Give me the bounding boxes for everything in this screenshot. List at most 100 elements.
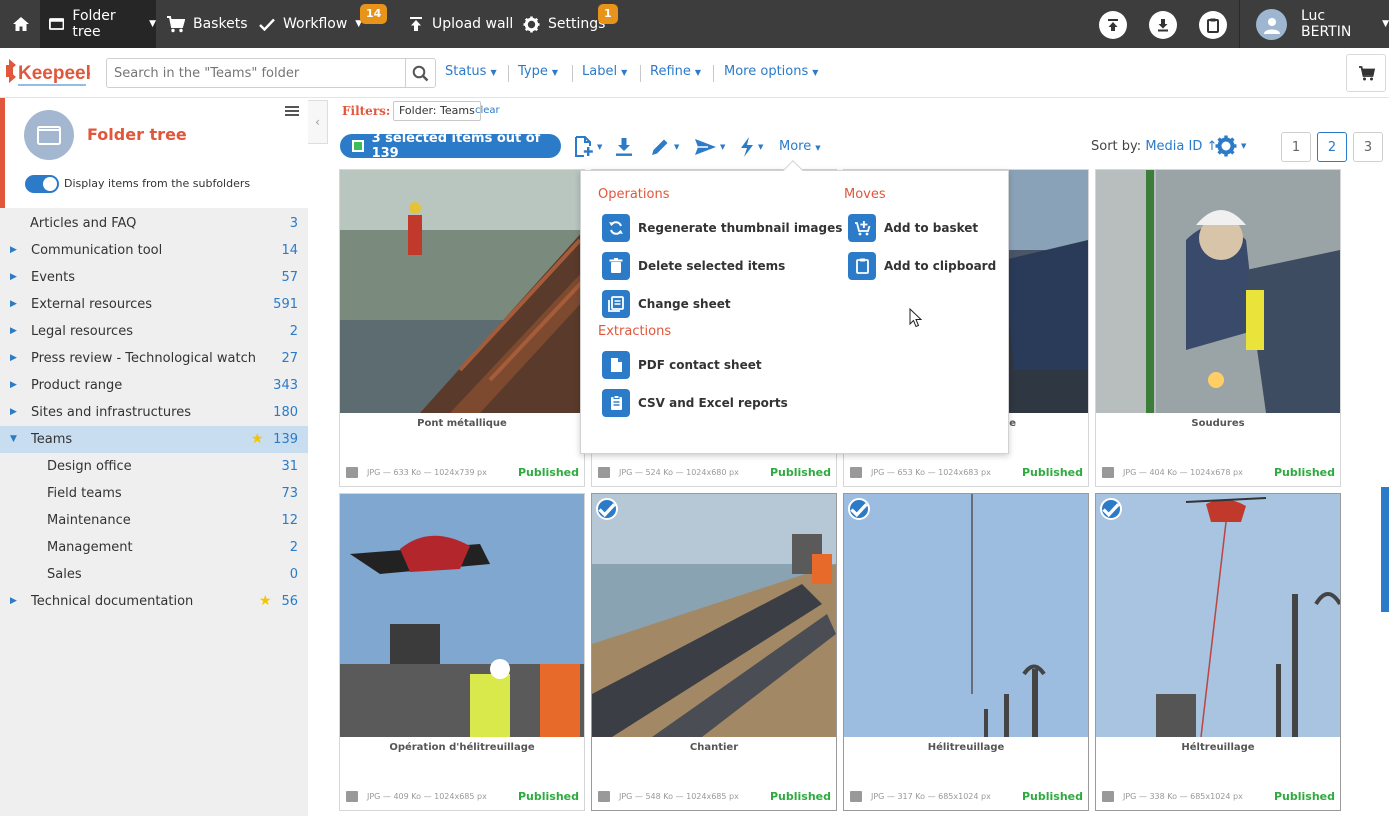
menu-item-csv-excel-reports[interactable]: CSV and Excel reports — [602, 389, 788, 417]
media-card[interactable]: Héltreuillage JPG — 338 Ko — 685x1024 px… — [1095, 493, 1341, 811]
selection-pill[interactable]: 3 selected items out of 139 — [340, 131, 561, 161]
favorite-star-icon[interactable]: ★ — [259, 593, 272, 609]
tree-item-communication-tool[interactable]: ▶ Communication tool 14 — [0, 237, 308, 264]
expand-arrow-icon[interactable]: ▶ — [10, 272, 17, 282]
image-type-icon — [598, 467, 610, 478]
menu-item-pdf-contact-sheet[interactable]: PDF contact sheet — [602, 351, 762, 379]
media-thumbnail[interactable] — [1096, 494, 1340, 737]
send-button[interactable]: ▼ — [694, 135, 725, 159]
expand-arrow-icon[interactable]: ▶ — [10, 299, 17, 309]
media-card[interactable]: Pont métallique JPG — 633 Ko — 1024x739 … — [339, 169, 585, 487]
tree-item-teams[interactable]: ▼ Teams ★ 139 — [0, 426, 308, 453]
tree-item-press-review[interactable]: ▶ Press review - Technological watch 27 — [0, 345, 308, 372]
selected-check-icon[interactable] — [1100, 498, 1122, 520]
upload-button[interactable] — [1099, 11, 1127, 39]
media-card[interactable]: Chantier JPG — 548 Ko — 1024x685 px Publ… — [591, 493, 837, 811]
label-filter[interactable]: Label ▼ — [582, 64, 627, 79]
selected-check-icon[interactable] — [848, 498, 870, 520]
expand-arrow-icon[interactable]: ▶ — [10, 245, 17, 255]
tree-item-count: 3 — [289, 216, 298, 231]
display-settings-button[interactable]: ▼ — [1215, 135, 1246, 157]
user-menu[interactable]: Luc BERTIN ▼ — [1301, 0, 1389, 48]
more-actions-button[interactable]: More ▼ — [779, 139, 821, 154]
download-selection-button[interactable] — [614, 135, 634, 159]
media-card[interactable]: Hélitreuillage JPG — 317 Ko — 685x1024 p… — [843, 493, 1089, 811]
sort-control[interactable]: Sort by: Media ID ↑ — [1091, 139, 1217, 154]
media-thumbnail[interactable] — [340, 494, 584, 737]
expand-arrow-icon[interactable]: ▶ — [10, 407, 17, 417]
menu-item-delete-selected[interactable]: Delete selected items — [602, 252, 785, 280]
subfolders-toggle[interactable] — [25, 175, 59, 193]
tree-item-sites-infrastructures[interactable]: ▶ Sites and infrastructures 180 — [0, 399, 308, 426]
menu-item-change-sheet[interactable]: Change sheet — [602, 290, 731, 318]
tree-item-management[interactable]: Management 2 — [0, 534, 308, 561]
nav-upload-wall[interactable]: Upload wall — [408, 0, 513, 48]
expand-arrow-icon[interactable]: ▶ — [10, 326, 17, 336]
clear-filters-link[interactable]: clear — [475, 105, 500, 116]
caret-down-icon: ▼ — [1241, 142, 1247, 150]
selected-check-icon[interactable] — [596, 498, 618, 520]
nav-baskets[interactable]: Baskets — [166, 0, 247, 48]
expand-arrow-icon[interactable]: ▶ — [10, 353, 17, 363]
home-icon[interactable] — [12, 0, 30, 48]
menu-item-label: Change sheet — [638, 297, 731, 311]
media-card[interactable]: Opération d'hélitreuillage JPG — 409 Ko … — [339, 493, 585, 811]
tree-item-sales[interactable]: Sales 0 — [0, 561, 308, 588]
tree-item-articles-faq[interactable]: Articles and FAQ 3 — [0, 210, 308, 237]
quick-actions-button[interactable]: ▼ — [739, 135, 763, 159]
nav-workflow[interactable]: Workflow ▼ — [259, 0, 362, 48]
refine-filter-label: Refine — [650, 64, 691, 79]
tree-item-legal-resources[interactable]: ▶ Legal resources 2 — [0, 318, 308, 345]
page-3-button[interactable]: 3 — [1353, 132, 1383, 162]
tree-item-field-teams[interactable]: Field teams 73 — [0, 480, 308, 507]
keepeek-logo[interactable]: Keepeek — [6, 55, 90, 91]
tree-item-label: Events — [31, 270, 76, 285]
page-2-button[interactable]: 2 — [1317, 132, 1347, 162]
tree-item-technical-documentation[interactable]: ▶ Technical documentation ★ 56 — [0, 588, 308, 615]
tree-item-count: 27 — [281, 351, 298, 366]
search-input[interactable] — [107, 59, 407, 87]
collapse-arrow-icon[interactable]: ▼ — [10, 434, 17, 444]
add-button[interactable]: ▼ — [574, 135, 602, 159]
expand-arrow-icon[interactable]: ▶ — [10, 596, 17, 606]
nav-folder-tree[interactable]: Folder tree ▼ — [40, 0, 156, 48]
type-filter[interactable]: Type ▼ — [518, 64, 558, 79]
page-1-button[interactable]: 1 — [1281, 132, 1311, 162]
status-filter[interactable]: Status ▼ — [445, 64, 497, 79]
expand-arrow-icon[interactable]: ▶ — [10, 380, 17, 390]
tree-item-events[interactable]: ▶ Events 57 — [0, 264, 308, 291]
menu-item-add-to-basket[interactable]: Add to basket — [848, 214, 978, 242]
tree-item-count: 2 — [289, 324, 298, 339]
tree-item-label: Communication tool — [31, 243, 163, 258]
refine-filter[interactable]: Refine ▼ — [650, 64, 701, 79]
edit-button[interactable]: ▼ — [650, 135, 679, 159]
menu-item-regenerate-thumbnails[interactable]: Regenerate thumbnail images — [602, 214, 842, 242]
download-button[interactable] — [1149, 11, 1177, 39]
tree-item-external-resources[interactable]: ▶ External resources 591 — [0, 291, 308, 318]
cart-icon — [1358, 65, 1375, 80]
image-type-icon — [346, 791, 358, 802]
clipboard-icon — [848, 252, 876, 280]
media-thumbnail[interactable] — [844, 494, 1088, 737]
hamburger-menu-icon[interactable] — [285, 105, 299, 117]
media-thumbnail[interactable] — [340, 170, 584, 413]
nav-upload-wall-label: Upload wall — [432, 16, 514, 32]
clipboard-button[interactable] — [1199, 11, 1227, 39]
scrollbar-thumb[interactable] — [1381, 487, 1389, 612]
folder-filter-chip[interactable]: Folder: Teams — [393, 101, 481, 121]
more-options-filter[interactable]: More options ▼ — [724, 64, 818, 79]
collapse-sidebar-button[interactable]: ‹ — [308, 100, 328, 144]
nav-settings[interactable]: Settings — [523, 0, 605, 48]
media-card[interactable]: Soudures JPG — 404 Ko — 1024x678 px Publ… — [1095, 169, 1341, 487]
menu-item-add-to-clipboard[interactable]: Add to clipboard — [848, 252, 996, 280]
media-meta: JPG — 548 Ko — 1024x685 px — [619, 792, 739, 801]
tree-item-maintenance[interactable]: Maintenance 12 — [0, 507, 308, 534]
user-avatar[interactable] — [1256, 9, 1287, 40]
search-button[interactable] — [405, 59, 435, 87]
tree-item-design-office[interactable]: Design office 31 — [0, 453, 308, 480]
cart-button[interactable] — [1346, 54, 1386, 92]
tree-item-product-range[interactable]: ▶ Product range 343 — [0, 372, 308, 399]
media-thumbnail[interactable] — [1096, 170, 1340, 413]
media-thumbnail[interactable] — [592, 494, 836, 737]
favorite-star-icon[interactable]: ★ — [251, 431, 264, 447]
